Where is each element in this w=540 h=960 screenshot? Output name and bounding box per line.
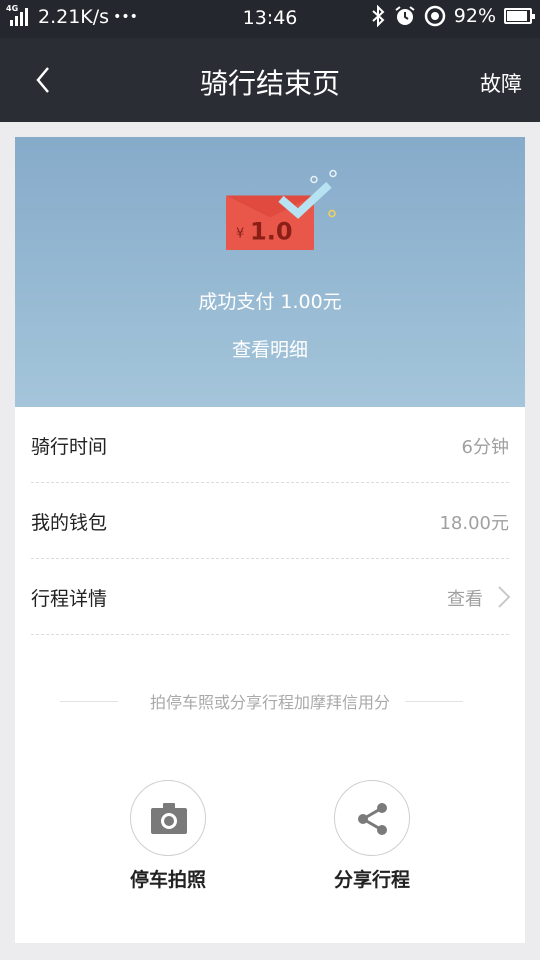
view-detail-link[interactable]: 查看明细 [15,335,525,362]
red-envelope-icon: ¥ 1.0 [226,169,337,250]
payment-success-text: 成功支付 1.00元 [198,291,342,313]
alarm-icon [395,6,415,25]
ride-time-row: 骑行时间 6分钟 [15,407,525,483]
battery-percent: 92% [453,5,496,27]
wallet-label: 我的钱包 [31,512,108,534]
share-trip-button[interactable] [334,780,410,856]
payment-hero: ¥ 1.0 成功支付 1.00元 查看明细 [15,137,525,407]
share-trip-label[interactable]: 分享行程 [312,865,432,892]
status-bar: 4G 2.21K/s ••• 13:46 92% [0,0,540,38]
bluetooth-icon [372,5,385,27]
parking-photo-label[interactable]: 停车拍照 [108,865,228,892]
share-icon [358,803,387,835]
credit-actions-card: 拍停车照或分享行程加摩拜信用分 停车拍照 分享行程 [15,635,525,943]
battery-icon [504,8,535,24]
nav-bar: 骑行结束页 故障 [0,38,540,122]
page-title: 骑行结束页 [199,67,340,100]
envelope-currency: ¥ [236,227,244,242]
ride-time-value: 6分钟 [461,437,509,458]
envelope-amount: 1.0 [250,218,293,246]
trip-detail-row[interactable]: 行程详情 查看 [15,559,525,635]
wallet-row[interactable]: 我的钱包 18.00元 [15,483,525,559]
camera-icon [151,803,187,834]
trip-detail-label: 行程详情 [31,588,108,610]
hint-divider-right [405,701,463,702]
trip-detail-value: 查看 [447,589,483,610]
chevron-right-icon [498,586,511,608]
report-fault-button[interactable]: 故障 [480,68,522,98]
location-icon [424,5,446,27]
status-right: 92% [370,5,535,27]
wallet-value: 18.00元 [439,513,509,534]
parking-photo-button[interactable] [130,780,206,856]
ride-time-label: 骑行时间 [31,436,108,458]
battery-fill [507,11,528,21]
